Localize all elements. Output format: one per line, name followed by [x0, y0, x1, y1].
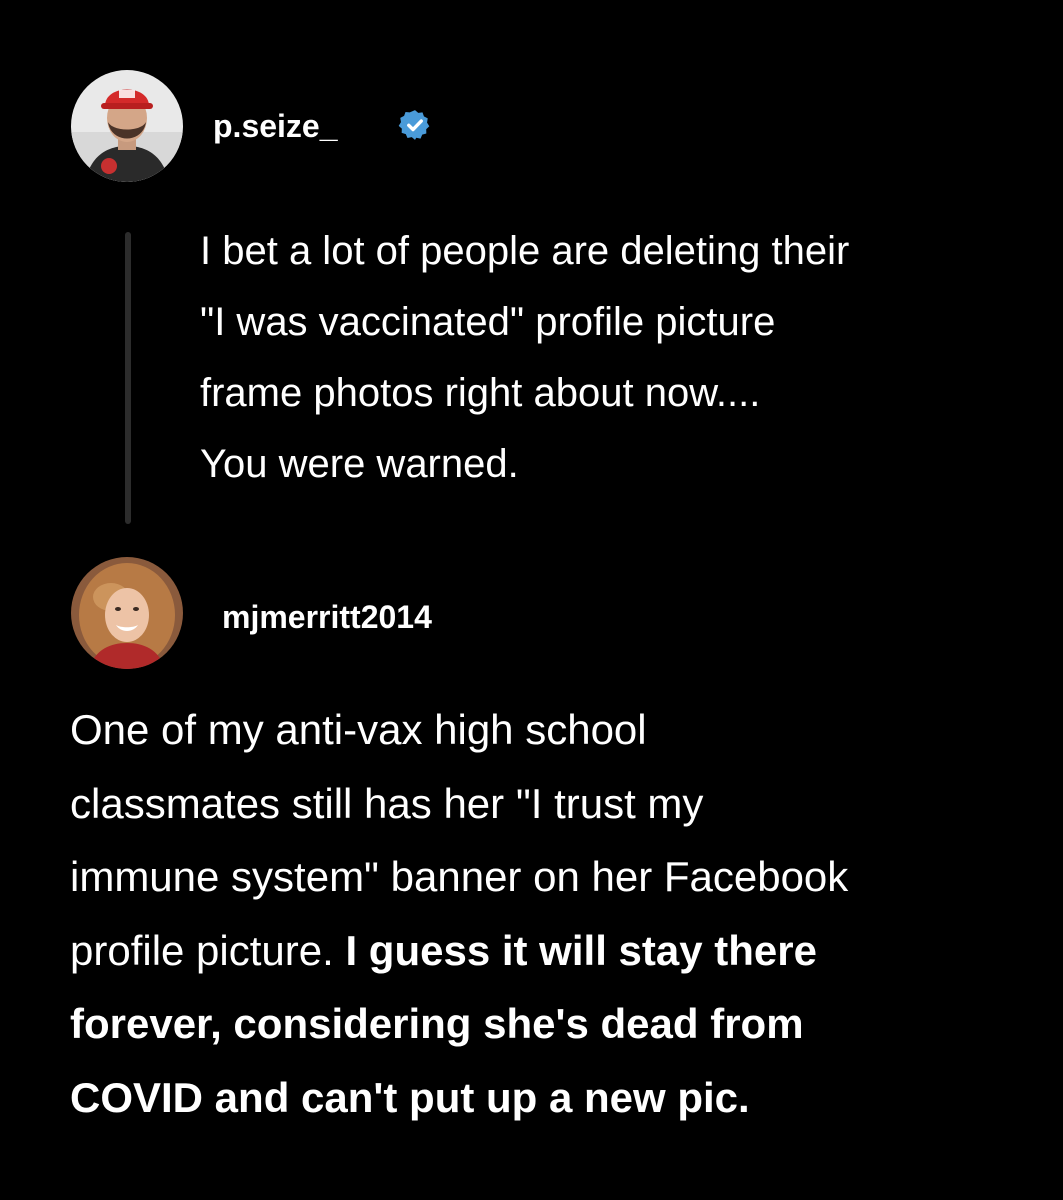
reply-username[interactable]: mjmerritt2014 — [222, 597, 432, 637]
post-body: I bet a lot of people are deleting their… — [200, 216, 1030, 500]
post-username[interactable]: p.seize_ — [213, 106, 338, 146]
reply-line: One of my anti-vax high school — [70, 706, 647, 753]
avatar-p-seize[interactable] — [71, 70, 183, 182]
reply-body: One of my anti-vax high school classmate… — [70, 693, 1030, 1134]
avatar-mjmerritt2014[interactable] — [71, 557, 183, 669]
reply-line: profile picture. I guess it will stay th… — [70, 926, 817, 974]
avatar-mjmerritt2014-image — [71, 557, 183, 669]
verified-badge-icon — [398, 110, 430, 140]
reply-line: classmates still has her "I trust my — [70, 779, 704, 827]
post-line: frame photos right about now.... — [200, 371, 761, 415]
post-line: I bet a lot of people are deleting their — [200, 229, 850, 273]
thread-connector-line — [125, 232, 131, 524]
reply-line: immune system" banner on her Facebook — [70, 853, 849, 900]
post-line: "I was vaccinated" profile picture — [200, 300, 776, 344]
reply-line: COVID and can't put up a new pic. — [70, 1073, 750, 1121]
post-line: You were warned. — [200, 442, 519, 486]
avatar-p-seize-image — [71, 70, 183, 182]
reply-line: forever, considering she's dead from — [70, 1000, 804, 1047]
